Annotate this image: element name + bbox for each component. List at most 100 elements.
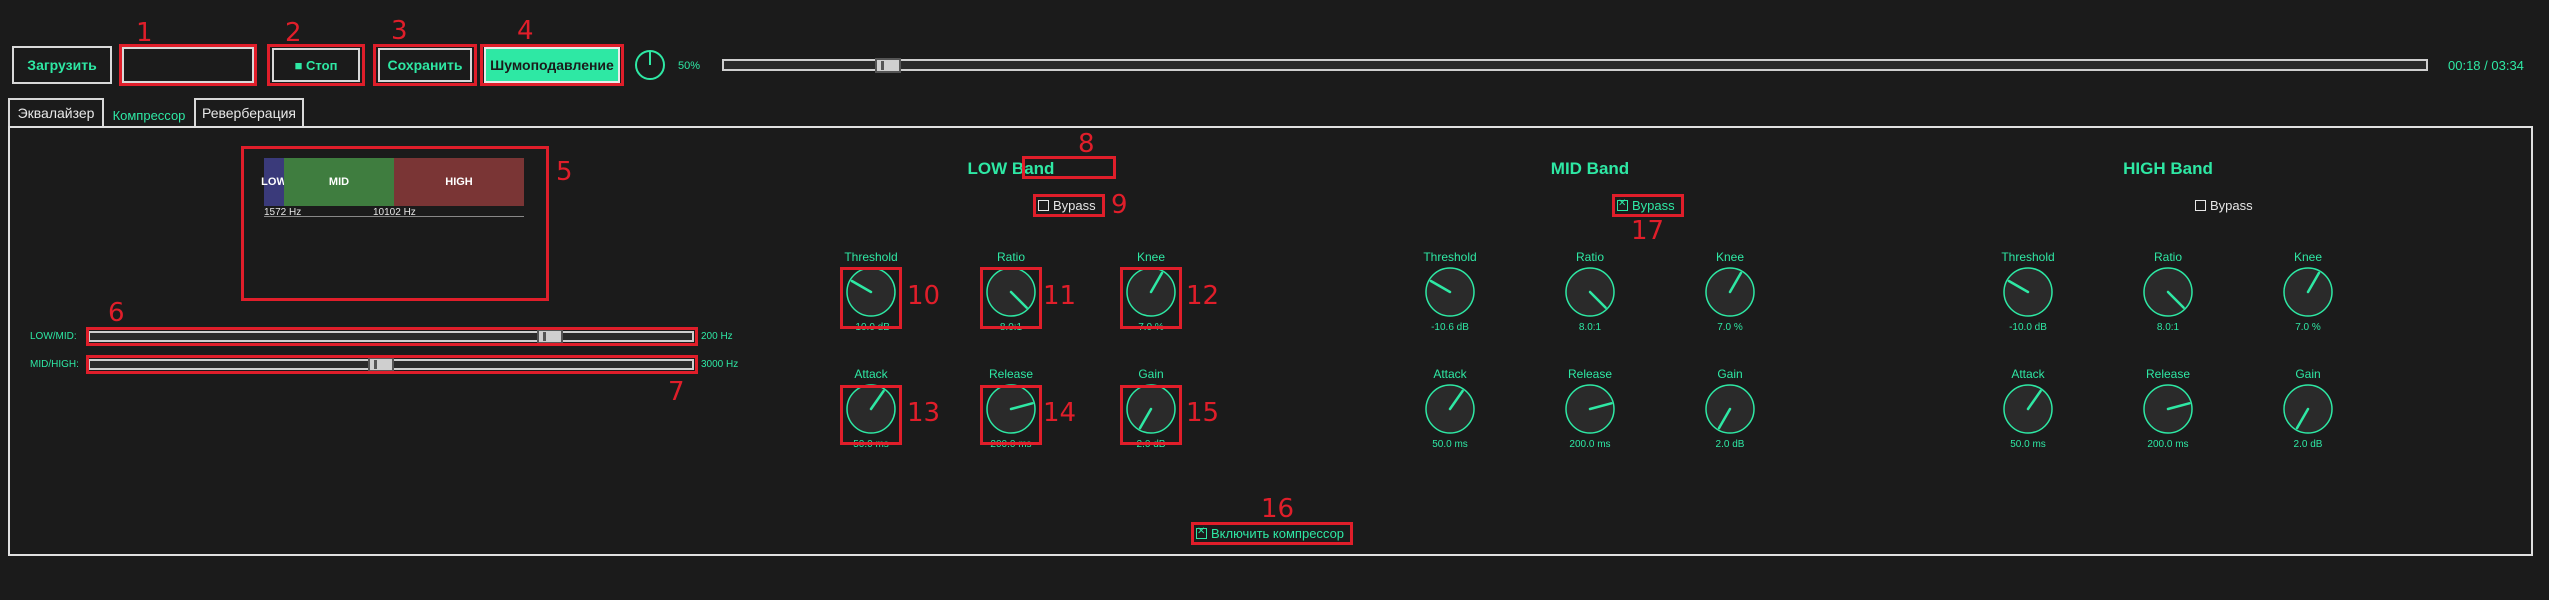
knob-value: 7.0 % xyxy=(2295,322,2321,333)
knob-1-3[interactable]: Attack 50.0 ms xyxy=(1390,367,1510,450)
bypass-checkbox-1[interactable]: Bypass xyxy=(1617,198,1675,213)
knob-dial-icon[interactable] xyxy=(1424,266,1476,318)
playback-slider-thumb[interactable] xyxy=(875,58,901,73)
knob-value: 200.0 ms xyxy=(990,439,1032,450)
freq-label-low-mid: 1572 Hz xyxy=(264,207,302,218)
knob-1-5[interactable]: Gain 2.0 dB xyxy=(1670,367,1790,450)
knob-2-4[interactable]: Release 200.0 ms xyxy=(2108,367,2228,450)
knob-value: 2.0 dB xyxy=(2293,439,2323,450)
bypass-box[interactable] xyxy=(1617,198,1628,211)
volume-value: 50% xyxy=(678,60,701,72)
knob-1-4[interactable]: Release 200.0 ms xyxy=(1530,367,1650,450)
knob-dial-icon[interactable] xyxy=(2282,383,2334,435)
bypass-box[interactable] xyxy=(1038,200,1049,211)
tab-compressor[interactable]: Компрессор xyxy=(106,103,192,127)
bypass-checkbox-2[interactable]: Bypass xyxy=(2195,198,2253,213)
annotation-number-1: 1 xyxy=(136,18,153,48)
time-display: 00:18 / 03:34 xyxy=(2448,58,2524,73)
band-title-2: HIGH Band xyxy=(2123,159,2213,178)
knob-label: Gain xyxy=(1717,367,1743,381)
tab-reverb[interactable]: Реверберация xyxy=(194,98,304,126)
annotation-number-4: 4 xyxy=(517,16,534,46)
knob-1-1[interactable]: Ratio 8.0:1 xyxy=(1530,250,1650,333)
knob-dial-icon[interactable] xyxy=(1564,383,1616,435)
bypass-checkbox-0[interactable]: Bypass xyxy=(1038,198,1096,213)
knob-label: Ratio xyxy=(1575,250,1604,264)
annotation-number-12: 12 xyxy=(1186,281,1220,311)
bypass-label: Bypass xyxy=(2210,198,2253,213)
band-spectrum-display: LOW MID HIGH xyxy=(261,158,526,217)
knob-dial-icon[interactable] xyxy=(2282,266,2334,318)
annotation-number-13: 13 xyxy=(907,398,941,428)
knob-label: Threshold xyxy=(844,250,898,264)
annotation-number-16: 16 xyxy=(1261,494,1295,524)
knob-1-2[interactable]: Knee 7.0 % xyxy=(1670,250,1790,333)
knob-value: 50.0 ms xyxy=(2010,439,2046,450)
knob-value: -10.6 dB xyxy=(1431,322,1469,333)
annotation-number-5: 5 xyxy=(556,157,573,187)
knob-dial-icon[interactable] xyxy=(1704,383,1756,435)
save-button[interactable]: Сохранить xyxy=(378,48,472,82)
knob-label: Knee xyxy=(1136,250,1166,264)
enable-compressor-checkbox[interactable]: Включить компрессор xyxy=(1196,526,1344,541)
low-mid-label: LOW/MID: xyxy=(30,331,77,342)
knob-value: -10.0 dB xyxy=(852,322,890,333)
knob-dial-icon[interactable] xyxy=(1125,383,1177,435)
low-mid-slider[interactable] xyxy=(88,329,694,344)
spectrum-high-segment: HIGH xyxy=(394,158,524,206)
bypass-box[interactable] xyxy=(2195,200,2206,211)
knob-dial-icon[interactable] xyxy=(985,266,1037,318)
bypass-label: Bypass xyxy=(1053,198,1096,213)
knob-dial-icon[interactable] xyxy=(1424,383,1476,435)
annotation-number-2: 2 xyxy=(285,18,302,48)
filename-field[interactable] xyxy=(122,47,254,83)
annotation-number-9: 9 xyxy=(1111,190,1128,220)
knob-label: Release xyxy=(1567,367,1613,381)
knob-label: Release xyxy=(2145,367,2191,381)
knob-value: -10.0 dB xyxy=(2009,322,2047,333)
playback-slider[interactable] xyxy=(722,58,2428,73)
knob-dial-icon[interactable] xyxy=(2002,266,2054,318)
enable-compressor-box[interactable] xyxy=(1196,526,1207,539)
annotation-number-15: 15 xyxy=(1186,398,1220,428)
noise-reduction-button[interactable]: Шумоподавление xyxy=(484,47,620,83)
annotation-number-17: 17 xyxy=(1631,216,1665,246)
mid-high-slider[interactable] xyxy=(88,357,694,372)
annotation-number-7: 7 xyxy=(668,377,685,407)
knob-label: Release xyxy=(988,367,1034,381)
mid-high-slider-thumb[interactable] xyxy=(368,357,394,372)
knob-label: Gain xyxy=(2295,367,2321,381)
knob-label: Attack xyxy=(2011,367,2045,381)
knob-2-0[interactable]: Threshold -10.0 dB xyxy=(1968,250,2088,333)
knob-dial-icon[interactable] xyxy=(2142,383,2194,435)
knob-dial-icon[interactable] xyxy=(1125,266,1177,318)
knob-dial-icon[interactable] xyxy=(985,383,1037,435)
knob-2-5[interactable]: Gain 2.0 dB xyxy=(2248,367,2368,450)
knob-1-0[interactable]: Threshold -10.6 dB xyxy=(1390,250,1510,333)
annotation-number-14: 14 xyxy=(1043,398,1077,428)
stop-button[interactable]: ■ Стоп xyxy=(272,48,360,82)
tab-equalizer[interactable]: Эквалайзер xyxy=(8,98,104,126)
knob-2-2[interactable]: Knee 7.0 % xyxy=(2248,250,2368,333)
knob-value: 8.0:1 xyxy=(999,322,1023,333)
knob-value: 200.0 ms xyxy=(2147,439,2189,450)
volume-knob-icon[interactable] xyxy=(633,48,667,82)
knob-dial-icon[interactable] xyxy=(1564,266,1616,318)
low-mid-slider-thumb[interactable] xyxy=(537,329,563,344)
knob-dial-icon[interactable] xyxy=(2002,383,2054,435)
knob-value: 200.0 ms xyxy=(1569,439,1611,450)
bypass-label: Bypass xyxy=(1632,198,1675,213)
knob-dial-icon[interactable] xyxy=(845,266,897,318)
annotation-number-6: 6 xyxy=(108,298,125,328)
knob-label: Gain xyxy=(1138,367,1164,381)
knob-label: Attack xyxy=(1433,367,1467,381)
knob-2-3[interactable]: Attack 50.0 ms xyxy=(1968,367,2088,450)
knob-dial-icon[interactable] xyxy=(1704,266,1756,318)
knob-dial-icon[interactable] xyxy=(2142,266,2194,318)
knob-dial-icon[interactable] xyxy=(845,383,897,435)
load-button[interactable]: Загрузить xyxy=(12,46,112,84)
spectrum-mid-segment: MID xyxy=(284,158,394,206)
knob-value: 50.0 ms xyxy=(1432,439,1468,450)
knob-2-1[interactable]: Ratio 8.0:1 xyxy=(2108,250,2228,333)
knob-label: Ratio xyxy=(2153,250,2182,264)
